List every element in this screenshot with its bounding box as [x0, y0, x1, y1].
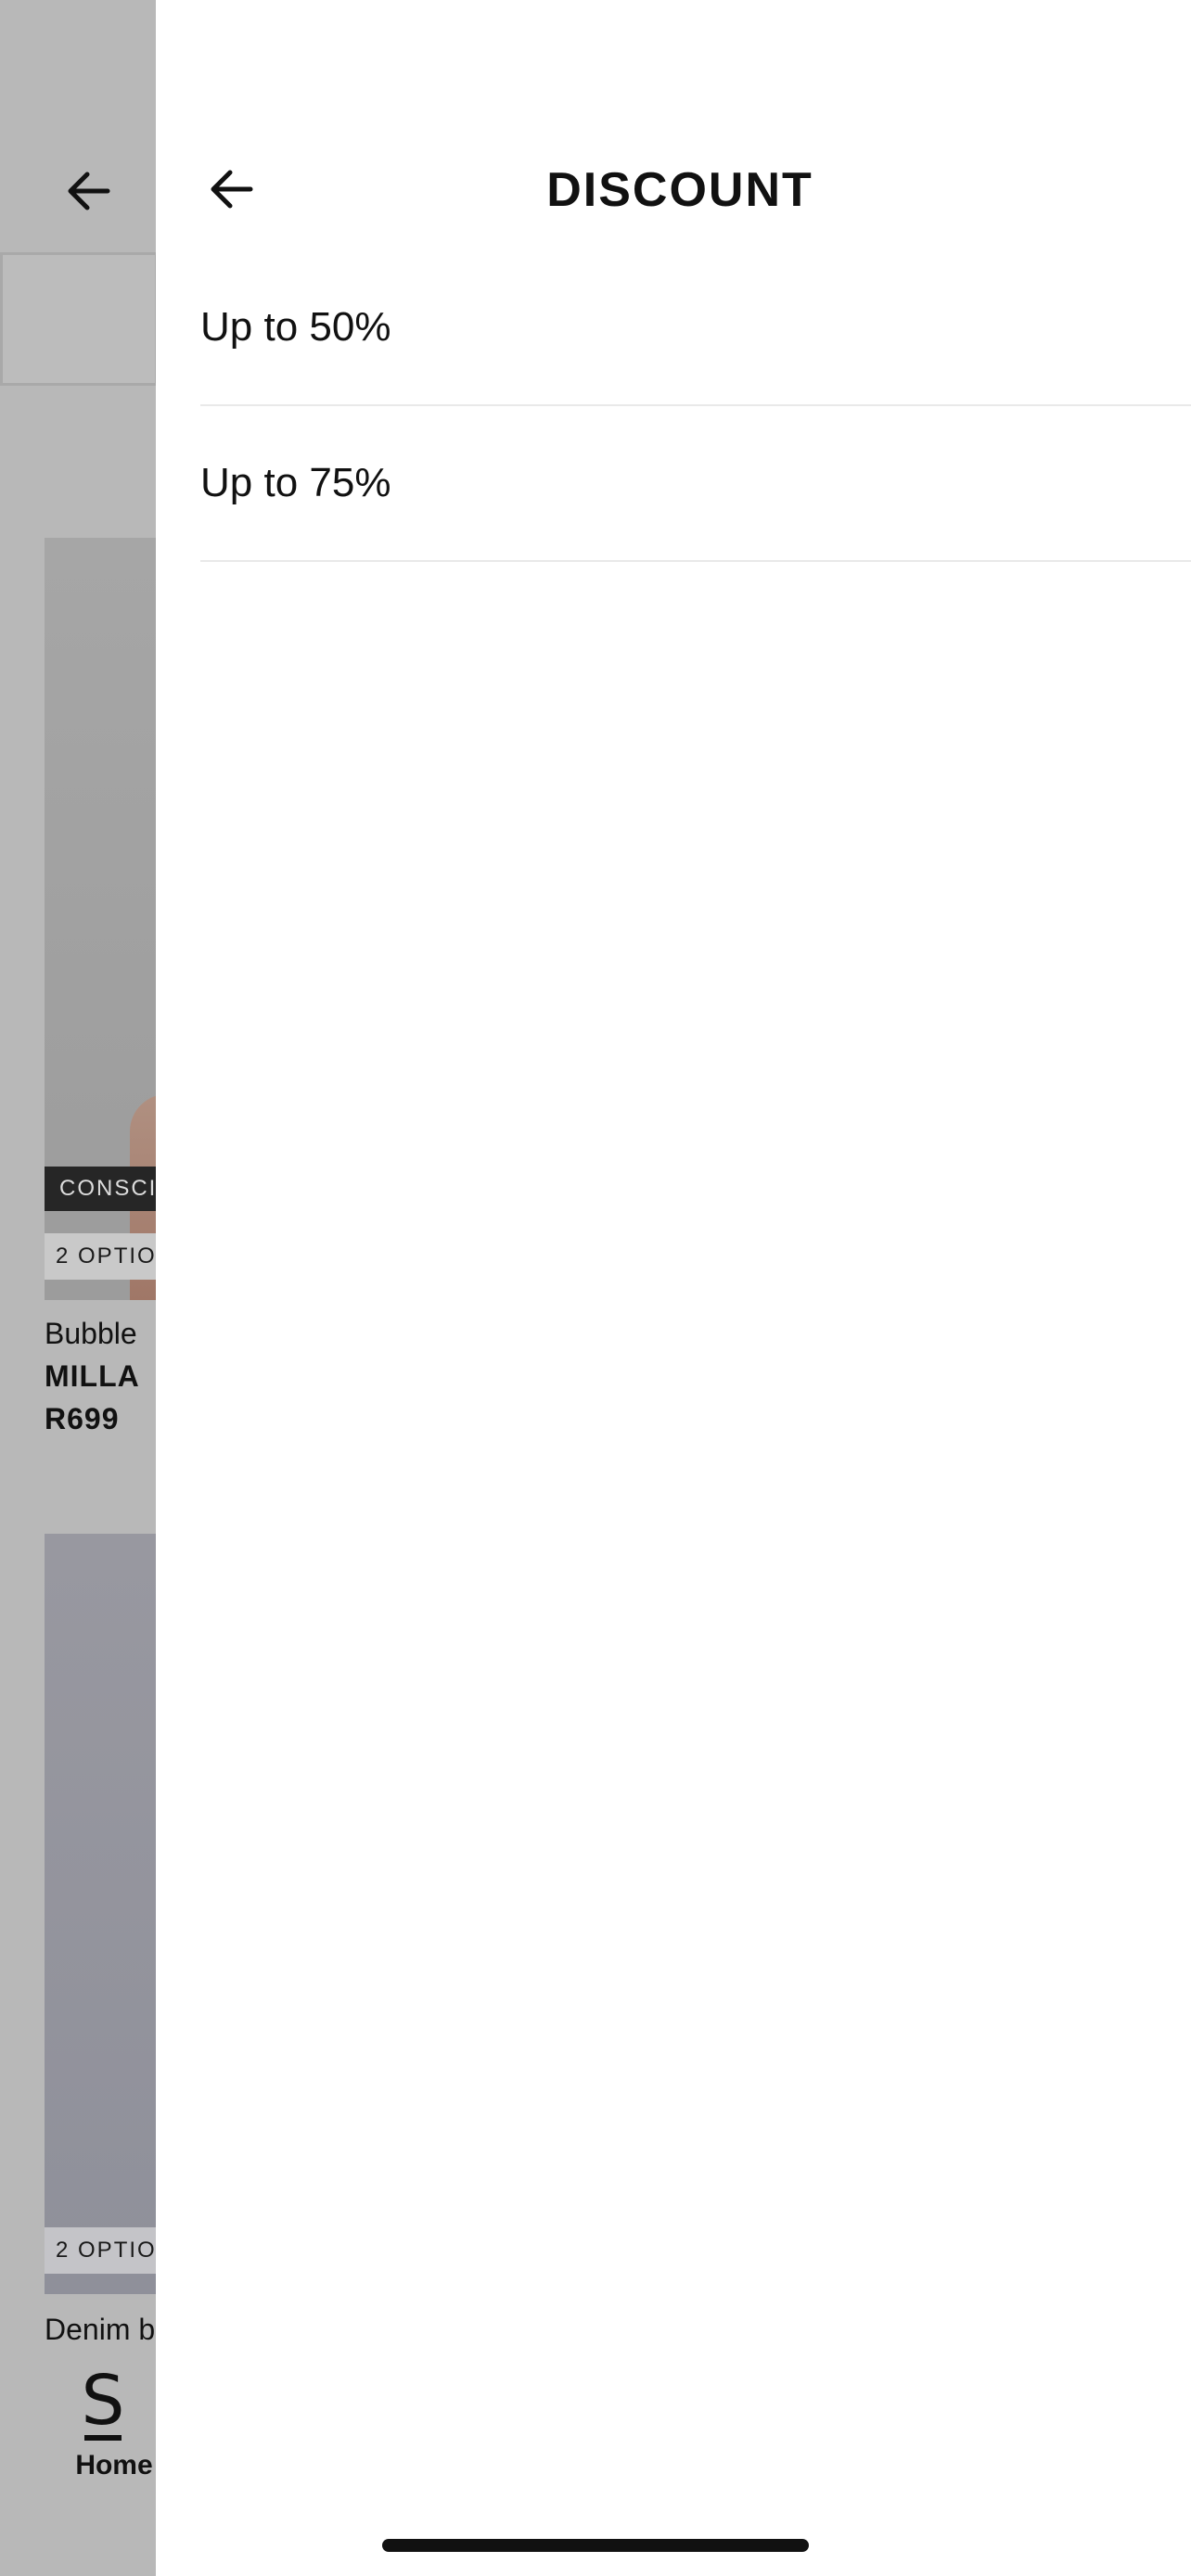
discount-option-up-to-50[interactable]: Up to 50% — [200, 278, 1191, 406]
home-label: Home — [75, 2450, 153, 2480]
options-badge: 2 OPTION — [45, 1233, 165, 1280]
product-brand: MILLA — [45, 1359, 140, 1393]
drawer-title: DISCOUNT — [546, 163, 813, 217]
product-name[interactable]: Bubble — [45, 1317, 137, 1351]
home-logo-icon: S — [81, 2361, 125, 2441]
discount-filter-drawer: DISCOUNT Up to 50% Up to 75% — [156, 0, 1191, 2576]
product-image[interactable] — [45, 1534, 165, 2294]
option-label: Up to 50% — [200, 304, 391, 350]
drawer-header: DISCOUNT — [156, 139, 1191, 241]
arrow-left-icon — [211, 170, 253, 209]
drawer-back-button[interactable] — [204, 161, 260, 217]
background-filter-bar — [0, 252, 158, 386]
background-back-button[interactable] — [61, 163, 117, 219]
screen: CONSCIO 2 OPTION Bubble MILLA R699 2 OPT… — [0, 0, 1191, 2576]
home-indicator — [382, 2539, 809, 2552]
options-badge: 2 OPTION — [45, 2227, 165, 2274]
product-name[interactable]: Denim b — [45, 2313, 155, 2347]
conscious-badge: CONSCIO — [45, 1167, 165, 1211]
product-price: R699 — [45, 1402, 120, 1435]
discount-option-list: Up to 50% Up to 75% — [200, 278, 1191, 562]
option-label: Up to 75% — [200, 460, 391, 505]
arrow-left-icon — [68, 172, 110, 210]
home-active-indicator — [84, 2435, 122, 2441]
discount-option-up-to-75[interactable]: Up to 75% — [200, 406, 1191, 562]
bottom-nav-home[interactable]: S Home — [65, 2366, 167, 2496]
